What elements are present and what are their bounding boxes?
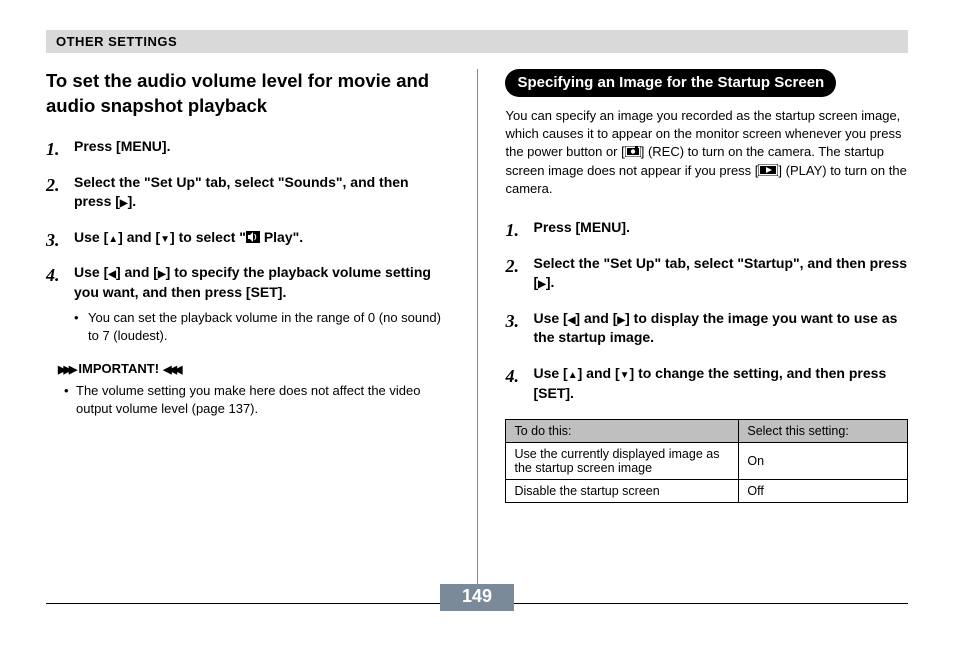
table-row: Disable the startup screen Off bbox=[506, 480, 908, 503]
table-row: Use the currently displayed image as the… bbox=[506, 443, 908, 480]
right-arrow-icon bbox=[538, 274, 546, 290]
left-column: To set the audio volume level for movie … bbox=[46, 69, 449, 587]
step-text: ] and [ bbox=[118, 229, 160, 245]
camera-icon bbox=[625, 144, 641, 155]
step: Use [] and [] to change the setting, and… bbox=[505, 364, 908, 403]
step: Press [MENU]. bbox=[505, 218, 908, 238]
step-text: ] and [ bbox=[575, 310, 617, 326]
step: Press [MENU]. bbox=[46, 137, 449, 157]
important-label: IMPORTANT! bbox=[58, 361, 449, 376]
step-text: ] and [ bbox=[578, 365, 620, 381]
right-arrow-icon bbox=[158, 264, 166, 280]
step-text: ] to select " bbox=[170, 229, 246, 245]
right-steps: Press [MENU]. Select the "Set Up" tab, s… bbox=[505, 218, 908, 403]
important-text: The volume setting you make here does no… bbox=[58, 382, 449, 418]
step-text: Use [ bbox=[74, 264, 108, 280]
page-number: 149 bbox=[440, 584, 514, 611]
manual-page: OTHER SETTINGS To set the audio volume l… bbox=[0, 0, 954, 646]
settings-table: To do this: Select this setting: Use the… bbox=[505, 419, 908, 503]
table-cell: On bbox=[739, 443, 908, 480]
speaker-icon bbox=[246, 229, 260, 241]
down-arrow-icon bbox=[160, 229, 170, 245]
step-text: ]. bbox=[128, 193, 137, 209]
step-text: Select the "Set Up" tab, select "Startup… bbox=[533, 255, 907, 291]
table-header-row: To do this: Select this setting: bbox=[506, 420, 908, 443]
step: Select the "Set Up" tab, select "Sounds"… bbox=[46, 173, 449, 212]
step-text: Press [MENU]. bbox=[533, 219, 629, 235]
play-icon bbox=[758, 163, 778, 175]
left-steps: Press [MENU]. Select the "Set Up" tab, s… bbox=[46, 137, 449, 345]
step: Use [] and [] to display the image you w… bbox=[505, 309, 908, 348]
table-cell: Off bbox=[739, 480, 908, 503]
page-footer: 149 bbox=[46, 603, 908, 626]
column-divider bbox=[477, 69, 478, 587]
down-arrow-icon bbox=[620, 365, 630, 381]
step-text: Use [ bbox=[533, 365, 567, 381]
right-arrow-icon bbox=[617, 310, 625, 326]
step-note-list: You can set the playback volume in the r… bbox=[74, 309, 449, 345]
step: Use [ ] and [ ] to select " Play". bbox=[46, 228, 449, 248]
up-arrow-icon bbox=[108, 229, 118, 245]
step-text: Play". bbox=[260, 229, 303, 245]
table-header: Select this setting: bbox=[739, 420, 908, 443]
step-text: ] and [ bbox=[116, 264, 158, 280]
step-text: Use [ bbox=[533, 310, 567, 326]
table-cell: Disable the startup screen bbox=[506, 480, 739, 503]
step-text: Press [MENU]. bbox=[74, 138, 170, 154]
right-arrow-icon bbox=[120, 193, 128, 209]
step: Use [] and [] to specify the playback vo… bbox=[46, 263, 449, 345]
right-intro: You can specify an image you recorded as… bbox=[505, 107, 908, 198]
right-heading-pill: Specifying an Image for the Startup Scre… bbox=[505, 69, 836, 97]
up-arrow-icon bbox=[568, 365, 578, 381]
important-block: IMPORTANT! The volume setting you make h… bbox=[46, 361, 449, 418]
right-column: Specifying an Image for the Startup Scre… bbox=[505, 69, 908, 587]
left-title: To set the audio volume level for movie … bbox=[46, 69, 449, 119]
table-cell: Use the currently displayed image as the… bbox=[506, 443, 739, 480]
two-column-layout: To set the audio volume level for movie … bbox=[46, 69, 908, 587]
step-text: ]. bbox=[546, 274, 555, 290]
step-text: Use [ bbox=[74, 229, 108, 245]
step: Select the "Set Up" tab, select "Startup… bbox=[505, 254, 908, 293]
left-arrow-icon bbox=[108, 264, 116, 280]
section-header: OTHER SETTINGS bbox=[46, 30, 908, 53]
step-note: You can set the playback volume in the r… bbox=[74, 309, 449, 345]
table-header: To do this: bbox=[506, 420, 739, 443]
